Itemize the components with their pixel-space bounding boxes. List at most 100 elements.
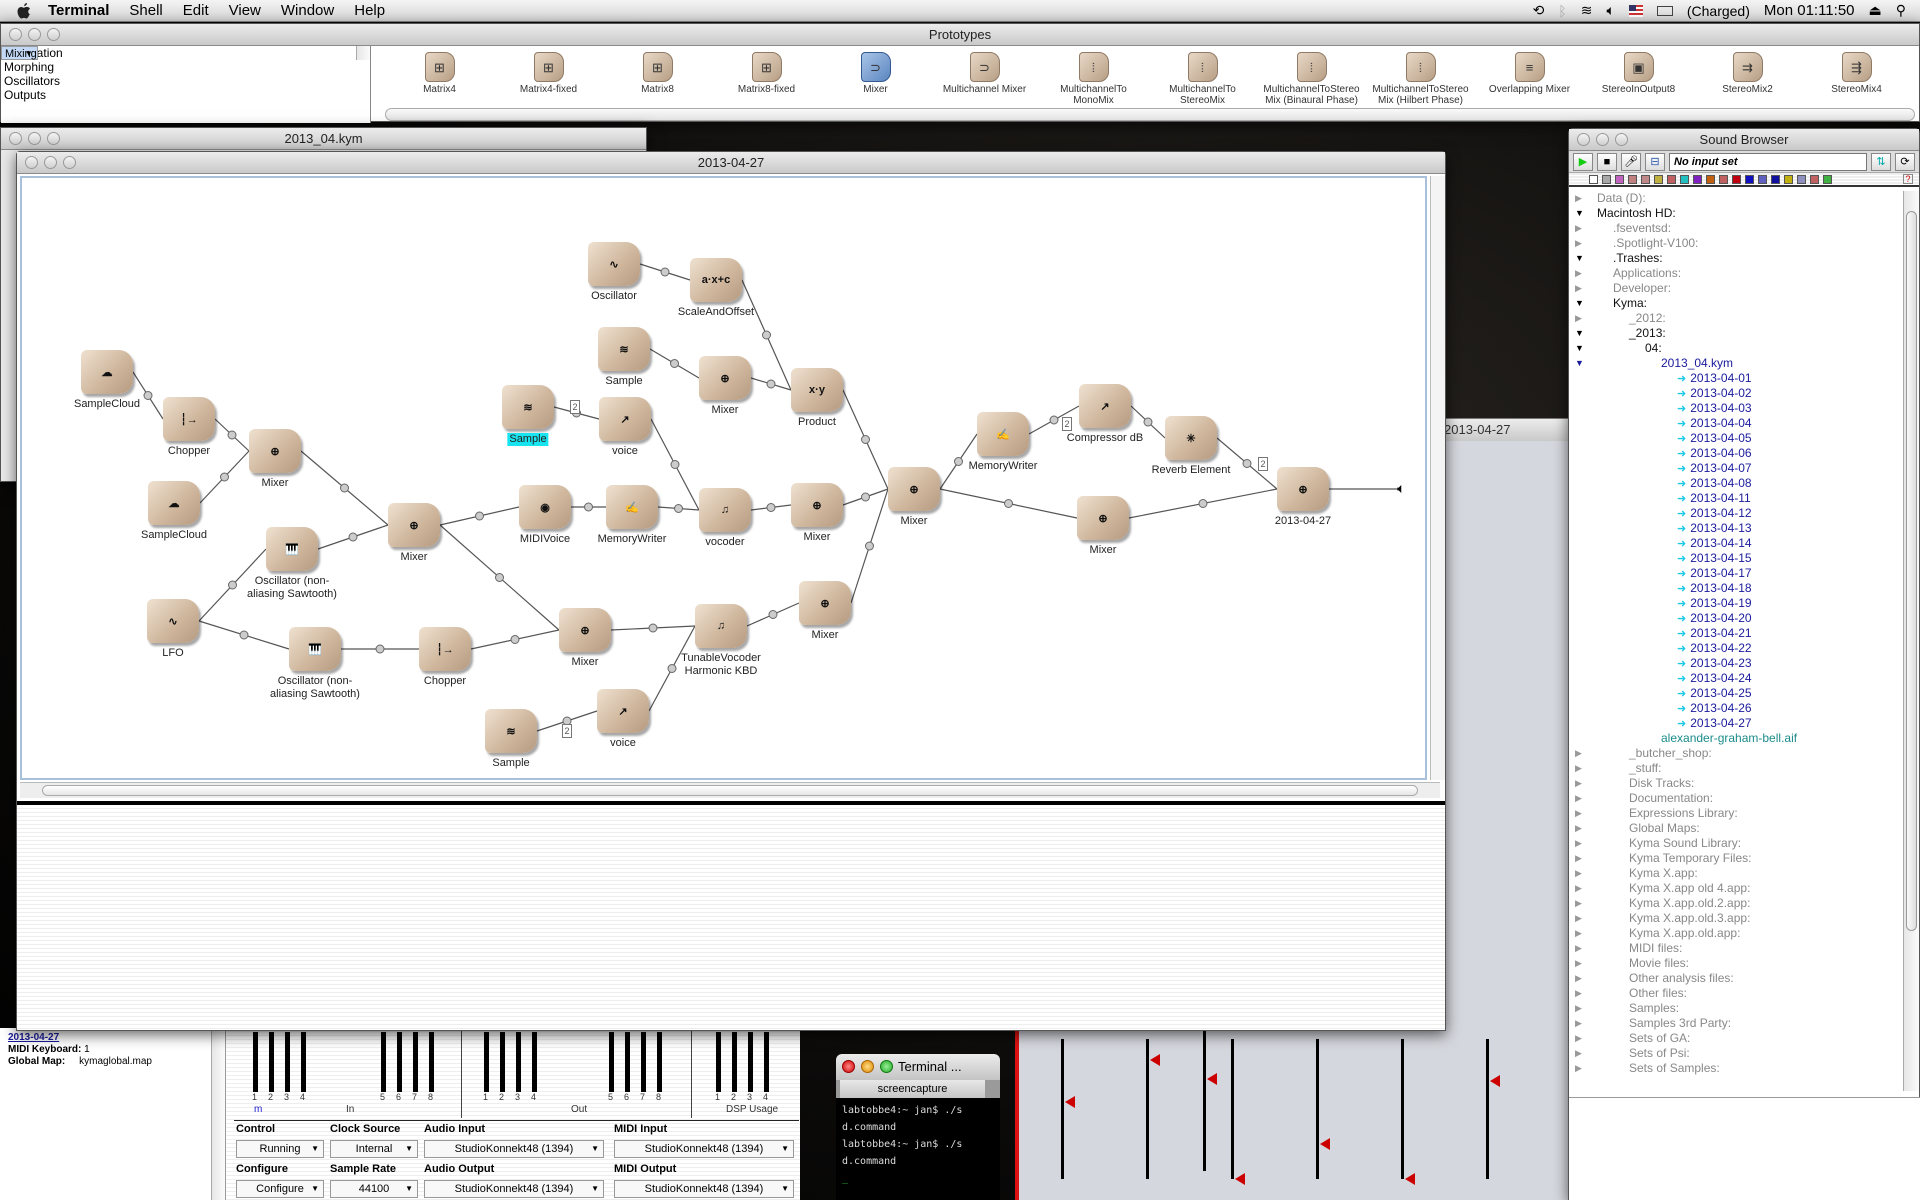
node-label[interactable]: Mixer bbox=[1090, 544, 1117, 557]
prototype-item[interactable]: ⦙ MultichannelToStereo Mix (Hilbert Phase… bbox=[1366, 46, 1475, 106]
fader-thumb[interactable] bbox=[1207, 1072, 1217, 1085]
wire-insert-point[interactable] bbox=[510, 635, 520, 644]
wire-insert-point[interactable] bbox=[660, 267, 670, 277]
tree-item[interactable]: ➜ 2013-04-17 bbox=[1569, 566, 1903, 581]
menu-window[interactable]: Window bbox=[271, 0, 344, 22]
node-label[interactable]: Mixer bbox=[812, 629, 839, 642]
sound-link[interactable]: ➜ 2013-04-07 bbox=[1677, 461, 1752, 477]
prototype-item[interactable]: ≡ Overlapping Mixer bbox=[1475, 46, 1584, 106]
apple-menu-icon[interactable] bbox=[16, 2, 32, 20]
node-label[interactable]: MIDIVoice bbox=[520, 533, 570, 546]
wire-insert-point[interactable] bbox=[228, 580, 237, 590]
tree-item[interactable]: ➜ 2013-04-14 bbox=[1569, 536, 1903, 551]
tree-label[interactable]: alexander-graham-bell.aif bbox=[1661, 731, 1797, 746]
color-swatch[interactable] bbox=[1784, 174, 1793, 184]
prototype-item[interactable]: ⊃ Mixer bbox=[821, 46, 930, 106]
disclosure-open-icon[interactable]: ▼ bbox=[1575, 206, 1584, 221]
wire-insert-point[interactable] bbox=[670, 460, 680, 469]
zoom-button[interactable] bbox=[63, 156, 76, 169]
disclosure-open-icon[interactable]: ▼ bbox=[1575, 251, 1584, 266]
node-label[interactable]: Oscillator (non-aliasing Sawtooth) bbox=[237, 575, 347, 601]
node-label[interactable]: Oscillator bbox=[591, 290, 637, 303]
prototype-item[interactable]: ⇶ StereoMix4 bbox=[1802, 46, 1911, 106]
status-scrollbar[interactable] bbox=[211, 1028, 225, 1200]
tab-screencapture[interactable]: screencapture bbox=[840, 1080, 985, 1098]
node-label[interactable]: Mixer bbox=[401, 551, 428, 564]
bluetooth-icon[interactable]: ᛒ bbox=[1558, 3, 1566, 19]
fader-track[interactable] bbox=[1061, 1039, 1064, 1179]
tree-item[interactable]: ➜ 2013-04-24 bbox=[1569, 671, 1903, 686]
tree-item[interactable]: ▶ Kyma X.app.old.2.app: bbox=[1569, 896, 1903, 911]
tree-item[interactable]: ▶ Global Maps: bbox=[1569, 821, 1903, 836]
tree-item[interactable]: ➜ 2013-04-03 bbox=[1569, 401, 1903, 416]
play-button[interactable]: ▶ bbox=[1573, 152, 1593, 171]
wire-insert-point[interactable] bbox=[670, 359, 679, 368]
tree-item[interactable]: ➜ 2013-04-13 bbox=[1569, 521, 1903, 536]
sound-link[interactable]: ➜ 2013-04-06 bbox=[1677, 446, 1752, 462]
tree-item[interactable]: ▶ MIDI files: bbox=[1569, 941, 1903, 956]
minimize-button[interactable] bbox=[44, 156, 57, 169]
sound-node-mixer3[interactable]: ⊕ bbox=[559, 608, 611, 652]
tree-item[interactable]: ➜ 2013-04-22 bbox=[1569, 641, 1903, 656]
color-swatch[interactable] bbox=[1706, 174, 1715, 184]
volume-icon[interactable]: 🔈︎ bbox=[1606, 2, 1614, 19]
clock[interactable]: Mon 01:11:50 bbox=[1764, 2, 1855, 19]
wire-insert-point[interactable] bbox=[227, 430, 237, 440]
scroll-thumb[interactable] bbox=[42, 785, 1418, 796]
tree-item[interactable]: ▼ 04: bbox=[1569, 341, 1903, 356]
disclosure-closed-icon[interactable]: ▶ bbox=[1575, 866, 1582, 881]
sound-link[interactable]: ➜ 2013-04-05 bbox=[1677, 431, 1752, 447]
sound-link[interactable]: ➜ 2013-04-24 bbox=[1677, 671, 1752, 687]
prototype-item[interactable]: ▣ StereoInOutput8 bbox=[1584, 46, 1693, 106]
spotlight-icon[interactable]: ⚲ bbox=[1896, 2, 1906, 19]
tree-item[interactable]: ▶ Other files: bbox=[1569, 986, 1903, 1001]
node-label[interactable]: Oscillator (non-aliasing Sawtooth) bbox=[260, 675, 370, 701]
close-button[interactable] bbox=[9, 28, 22, 41]
tree-item[interactable]: ▶ Kyma X.app.old.app: bbox=[1569, 926, 1903, 941]
disclosure-closed-icon[interactable]: ▶ bbox=[1575, 896, 1582, 911]
battery-status[interactable]: (Charged) bbox=[1687, 3, 1750, 19]
tree-item[interactable]: ▶ Disk Tracks: bbox=[1569, 776, 1903, 791]
time-machine-icon[interactable]: ⟲ bbox=[1533, 2, 1545, 19]
menu-terminal[interactable]: Terminal bbox=[38, 0, 119, 22]
close-button[interactable] bbox=[842, 1060, 855, 1073]
node-label[interactable]: Mixer bbox=[262, 477, 289, 490]
disclosure-closed-icon[interactable]: ▶ bbox=[1575, 221, 1582, 236]
canvas-horizontal-scrollbar[interactable] bbox=[20, 782, 1440, 798]
color-swatch[interactable] bbox=[1680, 174, 1689, 184]
tree-item[interactable]: ▼ 2013_04.kym bbox=[1569, 356, 1903, 371]
tree-item[interactable]: ▶ Samples 3rd Party: bbox=[1569, 1016, 1903, 1031]
disclosure-closed-icon[interactable]: ▶ bbox=[1575, 761, 1582, 776]
sound-link[interactable]: ➜ 2013-04-01 bbox=[1677, 371, 1752, 387]
node-label[interactable]: Sample bbox=[507, 433, 549, 446]
wire-insert-point[interactable] bbox=[220, 472, 229, 482]
tree-item[interactable]: ▶ Kyma Sound Library: bbox=[1569, 836, 1903, 851]
sound-node-mixer5[interactable]: ⊕ bbox=[1077, 496, 1129, 540]
tree-item[interactable]: ▶ Developer: bbox=[1569, 281, 1903, 296]
node-label[interactable]: Sample bbox=[492, 757, 529, 770]
color-swatch[interactable] bbox=[1823, 174, 1832, 184]
color-swatch[interactable] bbox=[1758, 174, 1767, 184]
tree-label[interactable]: .Trashes: bbox=[1613, 251, 1663, 266]
tree-item[interactable]: ▶ Data (D): bbox=[1569, 191, 1903, 206]
sound-node-sample_sel[interactable]: ≋ bbox=[502, 385, 554, 429]
minimize-button[interactable] bbox=[861, 1060, 874, 1073]
refresh-button[interactable]: ⟳ bbox=[1895, 152, 1915, 171]
close-button[interactable] bbox=[9, 132, 22, 145]
node-label[interactable]: LFO bbox=[162, 647, 183, 660]
node-label[interactable]: 2013-04-27 bbox=[1275, 515, 1331, 528]
category-scrollbar[interactable] bbox=[356, 46, 370, 60]
fader-thumb[interactable] bbox=[1405, 1173, 1415, 1185]
wire-insert-point[interactable] bbox=[768, 610, 778, 619]
sound-node-scaleoffset[interactable]: a·x+c bbox=[690, 258, 742, 302]
dropdown-configure[interactable]: Configure bbox=[236, 1180, 324, 1198]
wire-insert-point[interactable] bbox=[495, 573, 504, 582]
category-item[interactable]: Mixing bbox=[1, 46, 38, 61]
sound-link[interactable]: ➜ 2013-04-08 bbox=[1677, 476, 1752, 492]
sound-node-tunvoc[interactable]: ♫ bbox=[695, 604, 747, 648]
node-label[interactable]: SampleCloud bbox=[141, 529, 207, 542]
fader-track[interactable] bbox=[1316, 1039, 1319, 1179]
close-button[interactable] bbox=[1577, 133, 1590, 146]
wire-insert-point[interactable] bbox=[648, 623, 658, 633]
sound-node-reverb[interactable]: ✳ bbox=[1165, 416, 1217, 460]
